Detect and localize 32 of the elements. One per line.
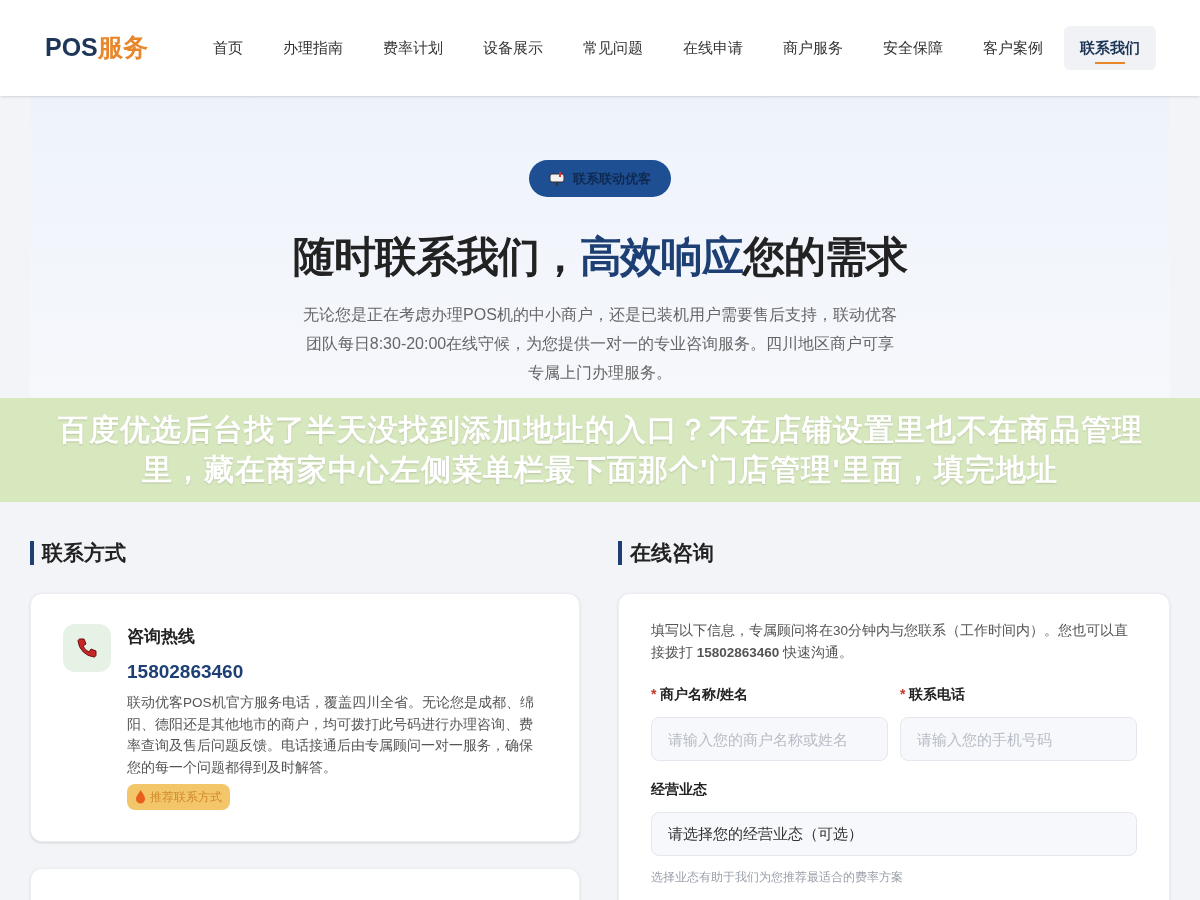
nav-link[interactable]: 客户案例 <box>964 26 1062 70</box>
hero-description: 无论您是正在考虑办理POS机的中小商户，还是已装机用户需要售后支持，联动优客团队每日8:30-20:00在线守候，为您提供一对一的专业咨询服务。四川地区商户可享专属上门办理服务。 <box>302 305 898 383</box>
input-field[interactable]: 请输入您的手机号码 <box>900 717 1137 761</box>
phone-number: 15802863460 <box>127 659 245 684</box>
mailbox-icon <box>549 170 565 187</box>
phone-icon <box>63 624 111 672</box>
card-title: 咨询热线 <box>127 626 196 648</box>
form-intro: 填写以下信息，专属顾问将在30分钟内与您联系（工作时间内）。您也可以直接拨打 15802863460 快速沟通。 <box>651 622 1130 662</box>
hero-title: 随时联系我们，高效响应您的需求 <box>292 232 908 282</box>
nav-link[interactable]: 安全保障 <box>864 26 962 70</box>
section-heading: 联系方式 <box>30 541 580 565</box>
nav-link[interactable]: 设备展示 <box>464 26 562 70</box>
nav-link[interactable]: 常见问题 <box>564 26 662 70</box>
field-label: * 商户名称/姓名 <box>651 685 750 704</box>
section-heading: 在线咨询 <box>618 541 1170 565</box>
select-field[interactable]: 请选择您的经营业态（可选） <box>651 812 1137 856</box>
flame-icon <box>135 790 146 804</box>
input-field[interactable]: 请输入您的商户名称或姓名 <box>651 717 888 761</box>
card-description: 联动优客POS机官方服务电话，覆盖四川全省。无论您是成都、绵阳、德阳还是其他地市的商户，均可拨打此号码进行办理咨询、费率查询及售后问题反馈。电话接通后由专属顾问一对一服务，确保您的每一个问题都得到及时解答。 <box>127 694 535 777</box>
nav-link[interactable]: 费率计划 <box>364 26 462 70</box>
hero-badge: 联系联动优客 <box>529 160 671 197</box>
nav-link[interactable]: 商户服务 <box>764 26 862 70</box>
field-label: * 联系电话 <box>900 685 967 704</box>
nav-link[interactable]: 联系我们 <box>1064 26 1156 70</box>
nav-link[interactable]: 首页 <box>194 26 262 70</box>
field-hint: 选择业态有助于我们为您推荐最适合的费率方案 <box>651 869 904 886</box>
nav-link[interactable]: 办理指南 <box>264 26 362 70</box>
recommend-tag: 推荐联系方式 <box>127 784 230 810</box>
logo[interactable]: POS服务 <box>45 29 148 67</box>
overlay-caption: 百度优选后台找了半天没找到添加地址的入口？不在店铺设置里也不在商品管理里，藏在商家中心左侧菜单栏最下面那个'门店管理'里面，填完地址 <box>0 398 1200 502</box>
field-label: 经营业态 <box>651 780 708 799</box>
nav-link[interactable]: 在线申请 <box>664 26 762 70</box>
